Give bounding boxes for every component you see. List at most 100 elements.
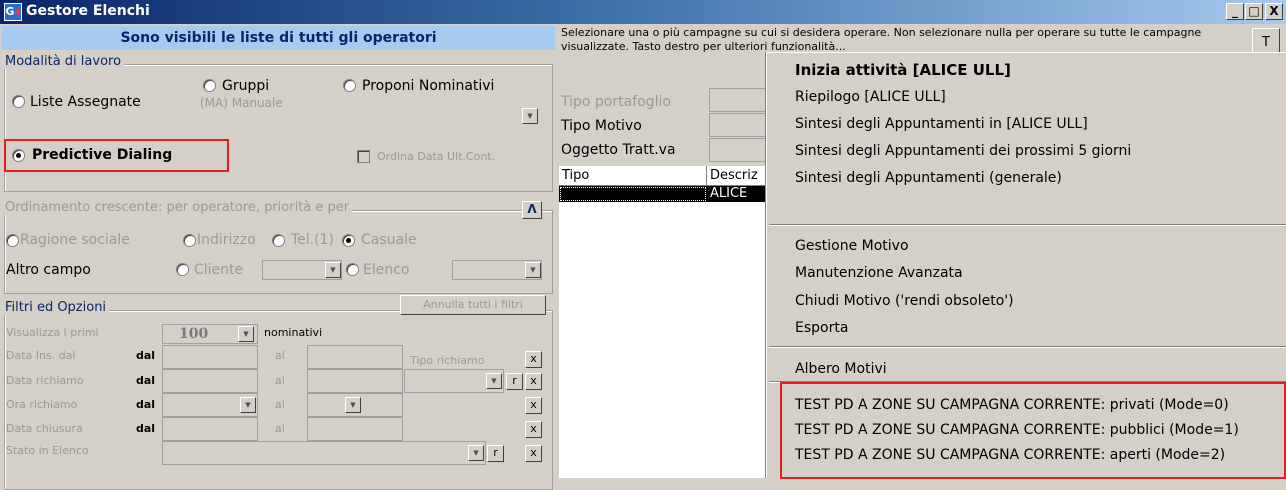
clear-data-chiusura-button[interactable]: x bbox=[525, 421, 542, 438]
annulla-filtri-button[interactable]: Annulla tutti i filtri bbox=[400, 295, 546, 315]
label-ora-richiamo: Ora richiamo bbox=[6, 398, 78, 411]
ordina-checkbox[interactable] bbox=[357, 150, 370, 163]
radio-gruppi[interactable] bbox=[203, 79, 216, 92]
label-elenco: Elenco bbox=[363, 262, 410, 278]
label-proponi-nominativi: Proponi Nominativi bbox=[362, 78, 495, 94]
menu-item-inizia-attivita[interactable]: Inizia attività [ALICE ULL] bbox=[795, 61, 1011, 79]
title-bar[interactable]: G4 Gestore Elenchi _ □ X bbox=[0, 0, 1286, 24]
proponi-dropdown-button[interactable]: ▼ bbox=[522, 108, 538, 124]
left-panel: Sono visibili le liste di tutti gli oper… bbox=[0, 24, 557, 490]
menu-item-gestione-motivo[interactable]: Gestione Motivo bbox=[795, 238, 909, 254]
row-cell-tipo bbox=[559, 186, 707, 202]
data-richiamo-al-field[interactable] bbox=[307, 369, 403, 393]
radio-cliente[interactable] bbox=[176, 263, 189, 276]
menu-separator bbox=[769, 224, 1286, 226]
label-data-richiamo: Data richiamo bbox=[6, 374, 84, 387]
label-gruppi-manuale: (MA) Manuale bbox=[200, 96, 283, 110]
radio-indirizzo[interactable] bbox=[183, 234, 196, 247]
order-legend: Ordinamento crescente: per operatore, pr… bbox=[2, 200, 353, 215]
label-tipo-richiamo: Tipo richiamo bbox=[410, 354, 485, 367]
tipo-motivo-field[interactable] bbox=[709, 113, 771, 137]
label-cliente: Cliente bbox=[194, 262, 244, 278]
label-al-1: al bbox=[275, 349, 285, 362]
column-header-tipo[interactable]: Tipo bbox=[559, 166, 707, 186]
ora-dal-dropdown-button[interactable]: ▼ bbox=[240, 397, 256, 413]
label-indirizzo: Indirizzo bbox=[197, 232, 256, 248]
radio-proponi-nominativi[interactable] bbox=[343, 79, 356, 92]
menu-item-riepilogo[interactable]: Riepilogo [ALICE ULL] bbox=[795, 89, 946, 105]
menu-item-sintesi-prossimi-5-giorni[interactable]: Sintesi degli Appuntamenti dei prossimi … bbox=[795, 143, 1131, 159]
menu-item-esporta[interactable]: Esporta bbox=[795, 320, 848, 336]
tipo-portafoglio-field[interactable] bbox=[709, 88, 771, 112]
window-title: Gestore Elenchi bbox=[26, 3, 150, 19]
label-dal-1: dal bbox=[136, 349, 156, 362]
label-al-4: al bbox=[275, 422, 285, 435]
clear-stato-button[interactable]: x bbox=[525, 445, 542, 462]
campaign-grid-header: Tipo Descriz bbox=[559, 166, 771, 186]
tipo-richiamo-dropdown-button[interactable]: ▼ bbox=[486, 373, 502, 389]
data-richiamo-dal-field[interactable] bbox=[162, 369, 258, 393]
radio-predictive-dialing[interactable] bbox=[12, 149, 25, 162]
close-button[interactable]: X bbox=[1265, 3, 1283, 20]
campaign-list[interactable] bbox=[559, 166, 771, 478]
cliente-dropdown-button[interactable]: ▼ bbox=[325, 262, 341, 278]
label-data-chiusura: Data chiusura bbox=[6, 422, 83, 435]
clear-ora-richiamo-button[interactable]: x bbox=[525, 397, 542, 414]
order-group bbox=[4, 210, 553, 294]
radio-elenco[interactable] bbox=[346, 263, 359, 276]
data-chiusura-dal-field[interactable] bbox=[162, 417, 258, 441]
menu-item-albero-motivi[interactable]: Albero Motivi bbox=[795, 361, 887, 377]
clear-data-richiamo-button[interactable]: x bbox=[525, 373, 542, 390]
radio-tel[interactable] bbox=[272, 234, 285, 247]
column-header-descrizione[interactable]: Descriz bbox=[707, 166, 771, 186]
label-gruppi: Gruppi bbox=[222, 78, 270, 94]
menu-item-test-pd-aperti[interactable]: TEST PD A ZONE SU CAMPAGNA CORRENTE: ape… bbox=[795, 447, 1225, 463]
row-cell-descrizione: ALICE bbox=[710, 186, 748, 201]
filters-legend: Filtri ed Opzioni bbox=[2, 300, 110, 315]
minimize-button[interactable]: _ bbox=[1226, 3, 1244, 20]
data-ins-dal-field[interactable] bbox=[162, 345, 258, 369]
sort-direction-button[interactable]: Λ bbox=[522, 201, 542, 219]
label-visualizza: Visualizza i primi bbox=[6, 326, 99, 339]
maximize-button[interactable]: □ bbox=[1245, 3, 1263, 20]
selected-campaign-row[interactable]: ALICE bbox=[559, 186, 771, 202]
label-data-ins: Data Ins. dal bbox=[6, 349, 76, 362]
ora-al-dropdown-button[interactable]: ▼ bbox=[345, 397, 361, 413]
tipo-richiamo-r-button[interactable]: r bbox=[506, 373, 523, 390]
operators-banner: Sono visibili le liste di tutti gli oper… bbox=[2, 26, 555, 50]
label-dal-3: dal bbox=[136, 398, 156, 411]
menu-item-sintesi-appuntamenti-campagna[interactable]: Sintesi degli Appuntamenti in [ALICE ULL… bbox=[795, 116, 1088, 132]
app-icon: G4 bbox=[4, 3, 22, 21]
menu-item-sintesi-generale[interactable]: Sintesi degli Appuntamenti (generale) bbox=[795, 170, 1062, 186]
stato-r-button[interactable]: r bbox=[487, 445, 504, 462]
stato-dropdown-button[interactable]: ▼ bbox=[468, 445, 484, 461]
clear-data-ins-button[interactable]: x bbox=[525, 351, 542, 368]
menu-separator bbox=[769, 346, 1286, 348]
label-nominativi: nominativi bbox=[264, 326, 323, 339]
count-dropdown-button[interactable]: ▼ bbox=[238, 326, 254, 342]
data-chiusura-al-field[interactable] bbox=[307, 417, 403, 441]
radio-ragione-sociale[interactable] bbox=[6, 234, 19, 247]
stato-elenco-select[interactable] bbox=[162, 441, 486, 465]
label-oggetto-trattativa: Oggetto Tratt.va bbox=[561, 142, 676, 158]
data-ins-al-field[interactable] bbox=[307, 345, 403, 369]
menu-item-test-pd-privati[interactable]: TEST PD A ZONE SU CAMPAGNA CORRENTE: pri… bbox=[795, 397, 1229, 413]
radio-casuale[interactable] bbox=[342, 234, 355, 247]
context-menu: Inizia attività [ALICE ULL] Riepilogo [A… bbox=[766, 52, 1286, 479]
label-altro-campo: Altro campo bbox=[6, 262, 91, 278]
label-ragione-sociale: Ragione sociale bbox=[20, 232, 130, 248]
menu-item-manutenzione-avanzata[interactable]: Manutenzione Avanzata bbox=[795, 265, 963, 281]
label-al-3: al bbox=[275, 398, 285, 411]
menu-item-chiudi-motivo[interactable]: Chiudi Motivo ('rendi obsoleto') bbox=[795, 293, 1014, 309]
mode-legend: Modalità di lavoro bbox=[2, 54, 125, 69]
elenco-dropdown-button[interactable]: ▼ bbox=[525, 262, 541, 278]
label-dal-4: dal bbox=[136, 422, 156, 435]
menu-item-test-pd-pubblici[interactable]: TEST PD A ZONE SU CAMPAGNA CORRENTE: pub… bbox=[795, 422, 1239, 438]
campaign-instructions: Selezionare una o più campagne su cui si… bbox=[561, 26, 1202, 53]
label-ordina-data: Ordina Data Ult.Cont. bbox=[377, 150, 496, 163]
label-stato-elenco: Stato in Elenco bbox=[6, 444, 89, 457]
oggetto-trattativa-field[interactable] bbox=[709, 138, 771, 162]
label-tipo-motivo: Tipo Motivo bbox=[561, 118, 642, 134]
radio-liste-assegnate[interactable] bbox=[12, 95, 25, 108]
label-dal-2: dal bbox=[136, 374, 156, 387]
